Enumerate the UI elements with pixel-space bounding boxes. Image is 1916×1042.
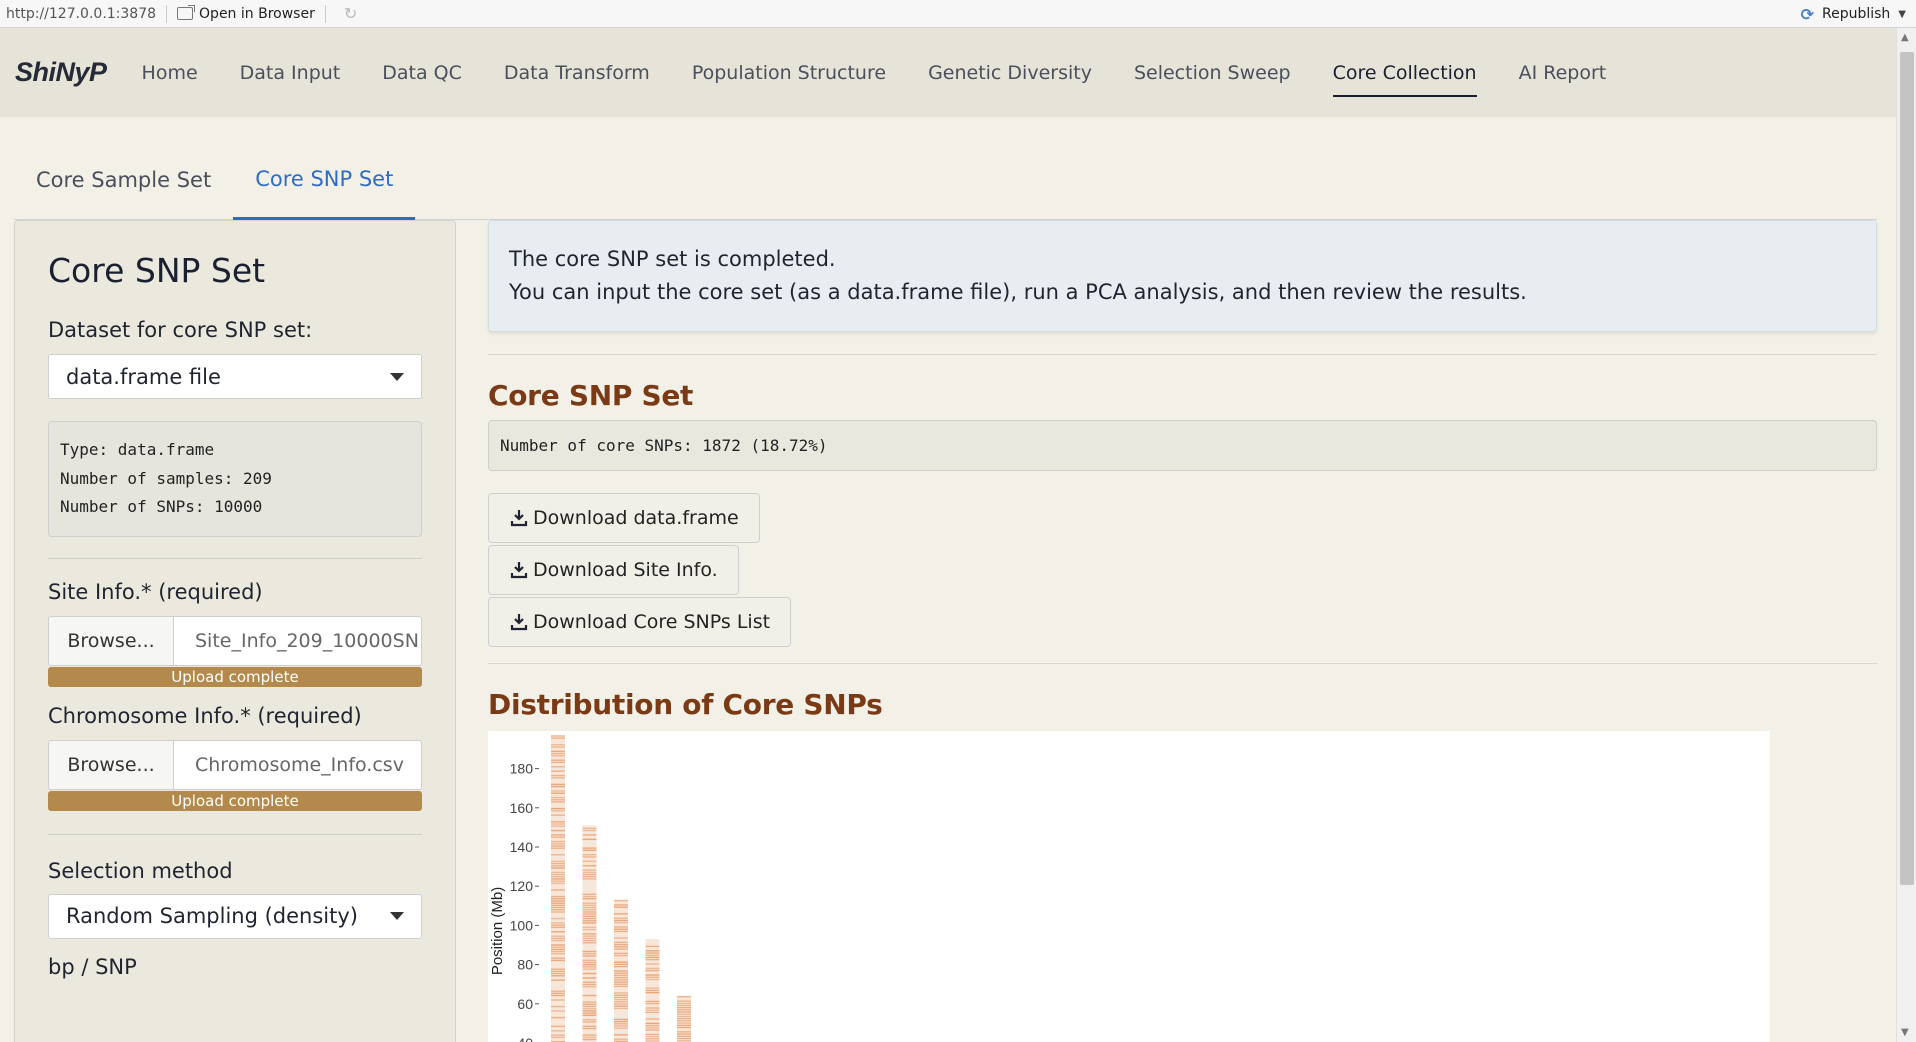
download-icon [510, 562, 528, 579]
republish-icon: ⟳ [1800, 4, 1814, 24]
nav-population-structure[interactable]: Population Structure [671, 28, 907, 117]
chromosome-bar [582, 825, 597, 1042]
page-scrollbar[interactable]: ▲ ▼ [1896, 28, 1916, 1042]
y-tick-label: 80 [517, 957, 533, 973]
navbar: ShiNyP Home Data Input Data QC Data Tran… [0, 28, 1896, 117]
viewer-url[interactable]: http://127.0.0.1:3878 [0, 6, 156, 22]
download-buttons: Download data.frame Download Site Info. … [488, 491, 1877, 647]
y-tick-label: 120 [510, 878, 534, 894]
dataset-select-value: data.frame file [66, 364, 221, 389]
selection-method-value: Random Sampling (density) [66, 904, 358, 928]
divider [48, 833, 422, 835]
nav-data-transform[interactable]: Data Transform [483, 28, 671, 117]
nav-data-qc[interactable]: Data QC [361, 28, 483, 117]
open-in-browser-button[interactable]: Open in Browser [177, 5, 315, 22]
download-icon [510, 510, 528, 527]
alert-line-1: The core SNP set is completed. [509, 247, 836, 271]
site-info-file-input: Browse... Site_Info_209_10000SN [48, 615, 422, 666]
y-tick-label: 140 [510, 839, 534, 855]
divider [324, 4, 326, 23]
chart-svg: Position (Mb) 40 60 80 100 120 140 160 180 [489, 735, 691, 1042]
nav-ai-report[interactable]: AI Report [1498, 28, 1628, 117]
download-core-snps-list-button[interactable]: Download Core SNPs List [488, 597, 792, 647]
divider [488, 354, 1877, 355]
chromosome-info-file-input: Browse... Chromosome_Info.csv [48, 739, 422, 790]
chromosome-info-progress-bar: Upload complete [48, 790, 422, 811]
external-window-icon [177, 5, 196, 20]
chevron-down-icon: ▼ [1898, 8, 1906, 20]
y-tick-label: 100 [510, 917, 534, 933]
site-info-file-name[interactable]: Site_Info_209_10000SN [174, 615, 422, 666]
scroll-down-icon[interactable]: ▼ [1901, 1027, 1909, 1038]
download-dataframe-label: Download data.frame [533, 507, 739, 529]
scrollbar-thumb[interactable] [1900, 52, 1914, 885]
divider [48, 557, 422, 559]
main-panel: The core SNP set is completed. You can i… [488, 220, 1877, 1042]
y-tick-label: 40 [517, 1035, 533, 1042]
nav-data-input[interactable]: Data Input [219, 28, 362, 117]
nav-home[interactable]: Home [121, 28, 219, 117]
alert-line-2: You can input the core set (as a data.fr… [509, 280, 1527, 304]
completion-alert: The core SNP set is completed. You can i… [488, 220, 1877, 332]
info-samples: Number of samples: 209 [60, 468, 272, 488]
y-tick-label: 60 [517, 996, 533, 1012]
chromosome-bar [614, 899, 628, 1042]
chromosome-info-label: Chromosome Info.* (required) [48, 703, 362, 728]
site-info-browse-button[interactable]: Browse... [48, 615, 174, 666]
info-snps: Number of SNPs: 10000 [60, 497, 263, 516]
selection-method-label: Selection method [48, 858, 233, 883]
chevron-down-icon [390, 912, 404, 920]
dataset-info-box: Type: data.frame Number of samples: 209 … [48, 421, 422, 537]
republish-label: Republish [1821, 6, 1891, 22]
open-in-browser-label: Open in Browser [199, 5, 315, 22]
core-snp-set-title: Core SNP Set [488, 379, 694, 412]
sidebar-title: Core SNP Set [48, 251, 266, 290]
tab-core-snp-set[interactable]: Core SNP Set [233, 140, 416, 220]
y-axis-label: Position (Mb) [489, 887, 506, 975]
download-site-info-button[interactable]: Download Site Info. [488, 545, 739, 595]
nav-genetic-diversity[interactable]: Genetic Diversity [907, 28, 1113, 117]
divider [166, 4, 168, 23]
bp-per-snp-label: bp / SNP [48, 954, 137, 979]
tab-bar: Core Sample Set Core SNP Set [14, 140, 1877, 220]
download-dataframe-button[interactable]: Download data.frame [488, 493, 760, 543]
distribution-title: Distribution of Core SNPs [488, 688, 883, 721]
y-tick-label: 180 [510, 761, 534, 777]
viewer-toolbar: http://127.0.0.1:3878 Open in Browser ↻ … [0, 0, 1916, 28]
site-info-progress-bar: Upload complete [48, 666, 422, 687]
y-tick-label: 160 [510, 800, 534, 816]
republish-button[interactable]: ⟳ Republish ▼ [1801, 0, 1906, 28]
chromosome-bar [551, 735, 565, 1042]
download-core-snps-list-label: Download Core SNPs List [533, 611, 771, 633]
core-snps-count-output: Number of core SNPs: 1872 (18.72%) [488, 420, 1877, 471]
chromosome-info-browse-button[interactable]: Browse... [48, 739, 174, 790]
brand-logo[interactable]: ShiNyP [15, 57, 107, 88]
scroll-up-icon[interactable]: ▲ [1901, 32, 1909, 43]
nav-core-collection[interactable]: Core Collection [1312, 28, 1498, 117]
download-icon [510, 614, 528, 631]
info-type: Type: data.frame [60, 440, 215, 459]
chromosome-bar [677, 995, 691, 1042]
chromosome-info-file-name[interactable]: Chromosome_Info.csv [174, 739, 422, 790]
site-info-label: Site Info.* (required) [48, 579, 263, 604]
core-snp-distribution-chart: Position (Mb) 40 60 80 100 120 140 160 180 [488, 731, 1770, 1042]
dataset-label: Dataset for core SNP set: [48, 318, 313, 342]
download-site-info-label: Download Site Info. [533, 559, 718, 581]
refresh-icon[interactable]: ↻ [344, 4, 357, 23]
divider [488, 663, 1877, 664]
dataset-select[interactable]: data.frame file [48, 354, 422, 399]
chevron-down-icon [390, 372, 404, 381]
selection-method-select[interactable]: Random Sampling (density) [48, 893, 422, 939]
tab-core-sample-set[interactable]: Core Sample Set [14, 140, 233, 220]
sidebar-panel: Core SNP Set Dataset for core SNP set: d… [14, 220, 456, 1042]
nav-selection-sweep[interactable]: Selection Sweep [1113, 28, 1312, 117]
chromosome-bar [645, 939, 660, 1042]
